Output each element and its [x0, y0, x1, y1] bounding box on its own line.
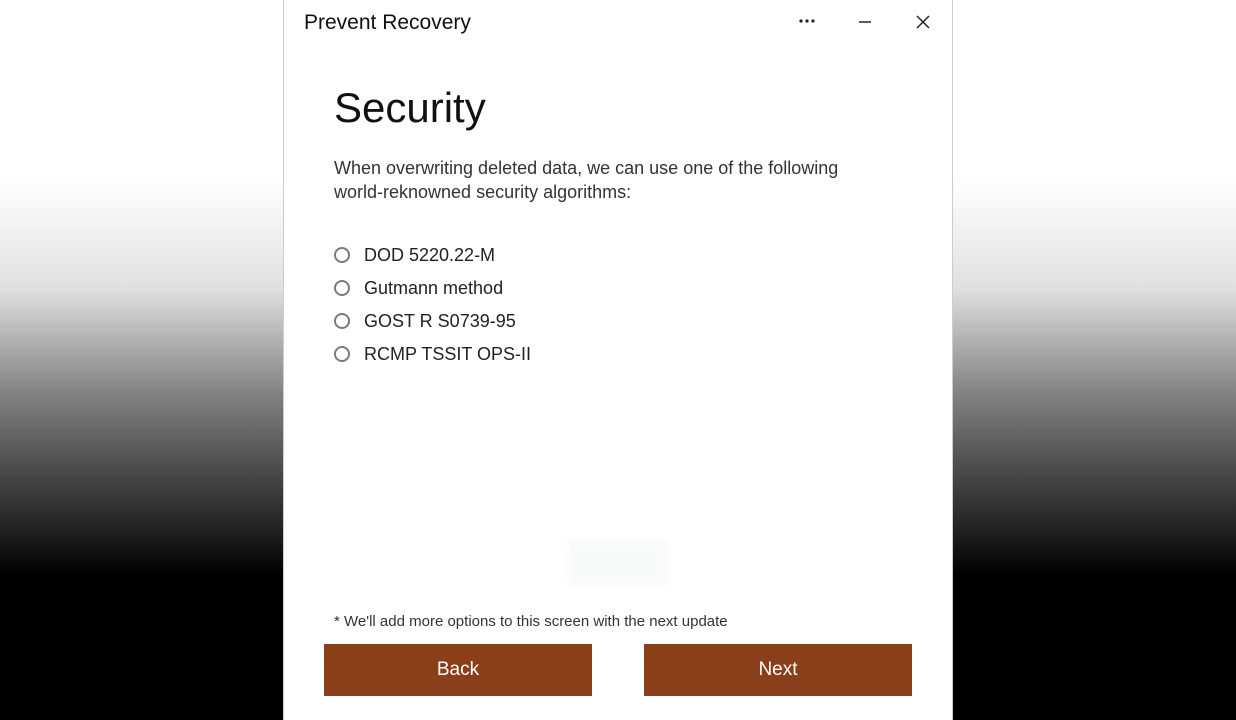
- window-title: Prevent Recovery: [304, 11, 471, 35]
- titlebar: Prevent Recovery: [284, 0, 952, 46]
- app-window: Prevent Recovery Security When overwriti…: [283, 0, 953, 720]
- page-description: When overwriting deleted data, we can us…: [334, 156, 854, 205]
- watermark: [568, 540, 668, 586]
- radio-icon: [334, 346, 350, 362]
- close-icon: [916, 13, 930, 34]
- radio-icon: [334, 280, 350, 296]
- radio-icon: [334, 313, 350, 329]
- page-heading: Security: [334, 84, 902, 132]
- option-label: Gutmann method: [364, 278, 503, 299]
- back-button[interactable]: Back: [324, 644, 592, 696]
- footnote-text: * We'll add more options to this screen …: [324, 613, 912, 630]
- option-rcmp[interactable]: RCMP TSSIT OPS-II: [334, 344, 902, 365]
- minimize-button[interactable]: [836, 0, 894, 46]
- titlebar-controls: [778, 0, 952, 46]
- minimize-icon: [858, 13, 872, 34]
- radio-icon: [334, 247, 350, 263]
- footer: * We'll add more options to this screen …: [284, 613, 952, 720]
- option-label: RCMP TSSIT OPS-II: [364, 344, 531, 365]
- next-button[interactable]: Next: [644, 644, 912, 696]
- option-label: DOD 5220.22-M: [364, 245, 495, 266]
- more-button[interactable]: [778, 0, 836, 46]
- nav-buttons: Back Next: [324, 644, 912, 696]
- ellipsis-icon: [798, 12, 816, 35]
- algorithm-options: DOD 5220.22-M Gutmann method GOST R S073…: [334, 245, 902, 365]
- option-gost[interactable]: GOST R S0739-95: [334, 311, 902, 332]
- option-label: GOST R S0739-95: [364, 311, 516, 332]
- close-button[interactable]: [894, 0, 952, 46]
- option-gutmann[interactable]: Gutmann method: [334, 278, 902, 299]
- content-area: Security When overwriting deleted data, …: [284, 46, 952, 613]
- option-dod[interactable]: DOD 5220.22-M: [334, 245, 902, 266]
